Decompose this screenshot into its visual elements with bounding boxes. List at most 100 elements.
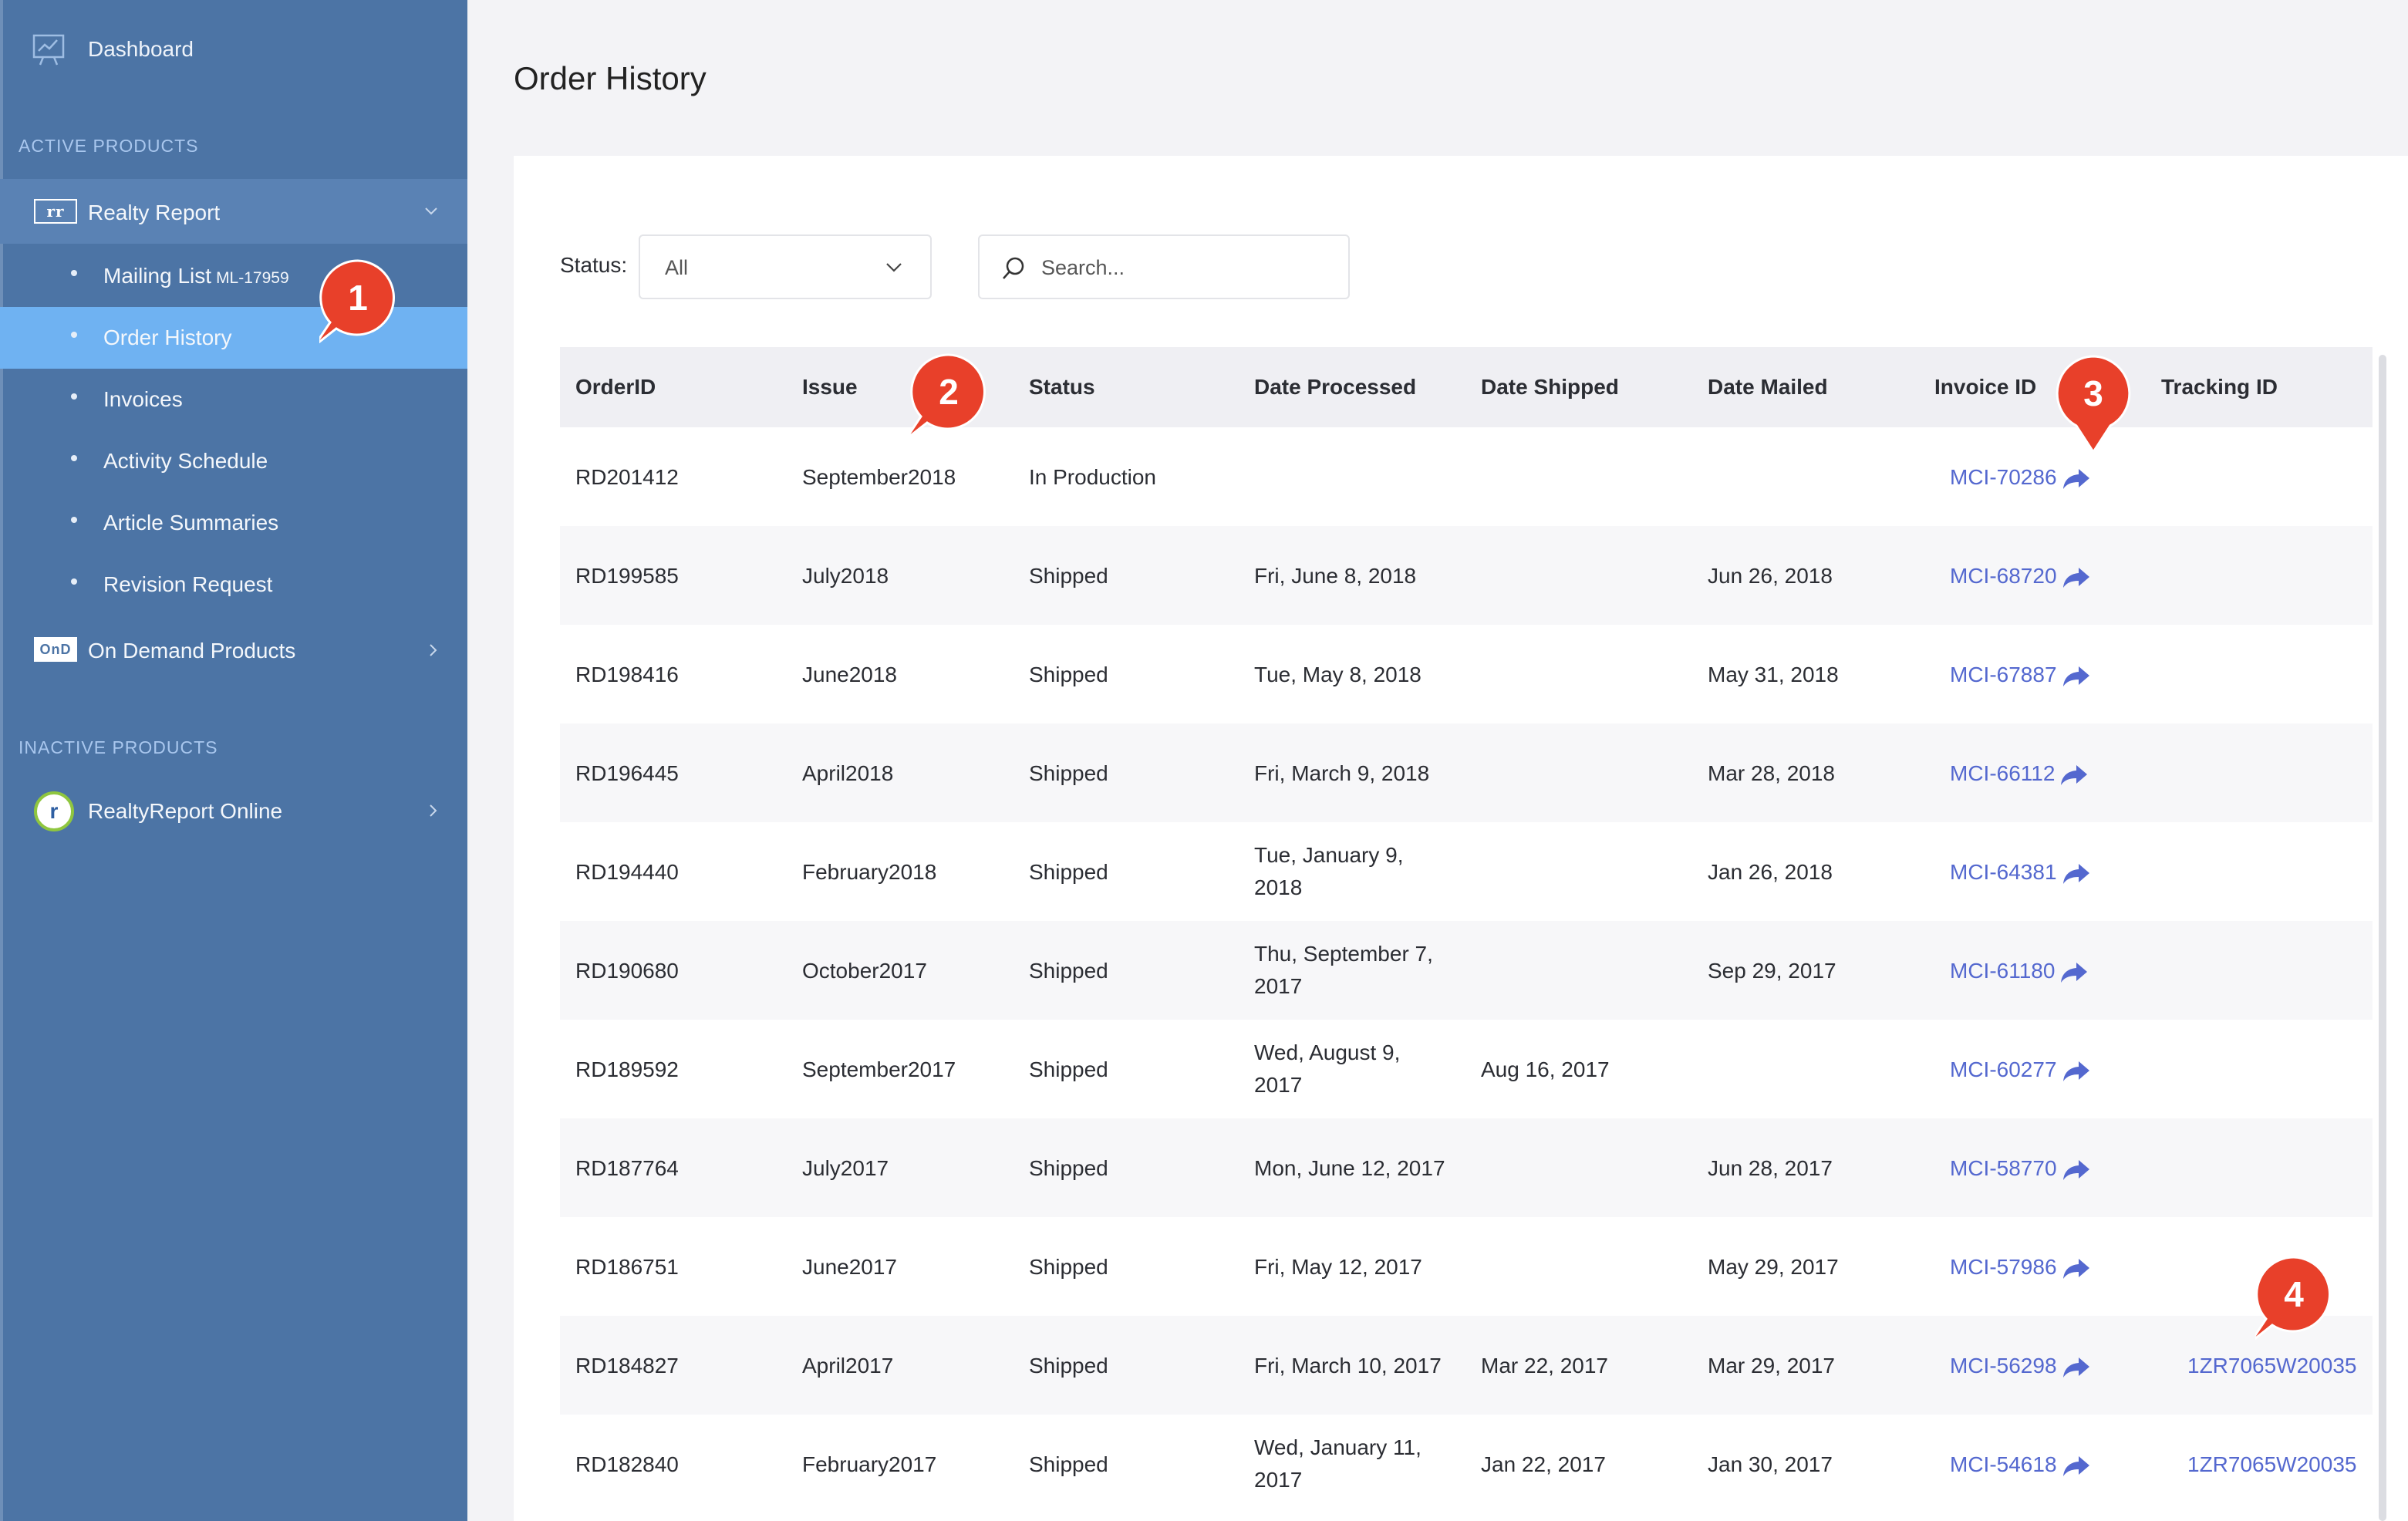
table-row[interactable]: RD196445 April2018 Shipped Fri, March 9, 20…	[560, 723, 2373, 822]
invoice-id: MCI-68720	[1950, 564, 2057, 588]
cell-issue: February2017	[802, 1452, 937, 1476]
table-row[interactable]: RD189592 September2017 Shipped Wed, August …	[560, 1020, 2373, 1118]
sidebar-item-activity-schedule[interactable]: Activity Schedule	[0, 430, 467, 492]
table-row[interactable]: RD198416 June2018 Shipped Tue, May 8, 2018 M…	[560, 625, 2373, 723]
invoice-link[interactable]: MCI-70286	[1950, 461, 2091, 494]
table-row[interactable]: RD190680 October2017 Shipped Thu, September…	[560, 921, 2373, 1020]
sidebar-item-dashboard[interactable]: Dashboard	[0, 0, 467, 100]
cell-order-id: RD199585	[575, 564, 679, 588]
cell-order-id: RD189592	[575, 1057, 679, 1081]
invoice-link[interactable]: MCI-67887	[1950, 659, 2091, 691]
invoices-label: Invoices	[103, 387, 183, 411]
cell-date-processed: Mon, June 12, 2017	[1254, 1156, 1445, 1180]
cell-date-processed: Tue, May 8, 2018	[1254, 663, 1422, 686]
cell-date-mailed: Mar 28, 2018	[1708, 761, 1835, 785]
cell-status: Shipped	[1029, 1156, 1108, 1180]
chevron-right-icon	[430, 804, 437, 817]
sidebar-item-article-summaries[interactable]: Article Summaries	[0, 492, 467, 554]
cell-issue: April2018	[802, 761, 894, 785]
invoice-link[interactable]: MCI-66112	[1950, 757, 2089, 790]
date-processed-line2: 2017	[1254, 1468, 1303, 1492]
header-date-processed[interactable]: Date Processed	[1254, 375, 1416, 400]
mailing-list-text: Mailing List ML-17959	[103, 264, 289, 288]
invoice-link[interactable]: MCI-68720	[1950, 560, 2091, 592]
share-arrow-icon	[2062, 1357, 2089, 1378]
cell-date-mailed: May 29, 2017	[1708, 1255, 1839, 1279]
header-status[interactable]: Status	[1029, 375, 1095, 400]
callout-number: 4	[2284, 1274, 2304, 1314]
product-on-demand[interactable]: OnD On Demand Products	[0, 617, 467, 682]
search-field[interactable]	[978, 234, 1350, 299]
invoice-id: MCI-70286	[1950, 465, 2057, 489]
date-processed-line1: Wed, January 11,	[1254, 1435, 1422, 1459]
invoice-id: MCI-56298	[1950, 1354, 2057, 1378]
invoice-link[interactable]: MCI-60277	[1950, 1054, 2091, 1086]
cell-issue: June2018	[802, 663, 898, 686]
status-select[interactable]: All	[639, 234, 932, 299]
share-arrow-icon	[2062, 468, 2089, 489]
tracking-link[interactable]: 1ZR7065W20035	[2187, 1448, 2356, 1481]
invoice-link[interactable]: MCI-54618	[1950, 1448, 2091, 1481]
table-row[interactable]: RD199585 July2018 Shipped Fri, June 8, 2018…	[560, 526, 2373, 625]
cell-date-mailed: Mar 29, 2017	[1708, 1354, 1835, 1378]
cell-status: Shipped	[1029, 1057, 1108, 1081]
cell-date-mailed: Jun 26, 2018	[1708, 564, 1833, 588]
cell-order-id: RD187764	[575, 1156, 679, 1180]
table-row[interactable]: RD186751 June2017 Shipped Fri, May 12, 2017…	[560, 1217, 2373, 1316]
cell-date-processed: Tue, January 9, 2018	[1254, 839, 1462, 904]
realty-report-label: Realty Report	[88, 201, 221, 224]
bullet-icon	[71, 270, 77, 276]
search-input[interactable]	[1040, 251, 1336, 284]
cell-date-shipped: Mar 22, 2017	[1481, 1354, 1608, 1378]
invoice-link[interactable]: MCI-56298	[1950, 1350, 2091, 1382]
cell-issue: October2017	[802, 959, 927, 983]
cell-status: Shipped	[1029, 1255, 1108, 1279]
cell-issue: July2017	[802, 1156, 889, 1180]
order-history-label: Order History	[103, 325, 232, 349]
on-demand-label: On Demand Products	[88, 639, 296, 663]
share-arrow-icon	[2062, 1159, 2089, 1180]
dashboard-label: Dashboard	[88, 37, 194, 61]
callout-number: 1	[348, 278, 368, 318]
cell-date-shipped: Aug 16, 2017	[1481, 1057, 1610, 1081]
dashboard-chart-icon	[32, 34, 65, 66]
revision-request-label: Revision Request	[103, 572, 273, 596]
header-issue[interactable]: Issue	[802, 375, 858, 400]
cell-status: Shipped	[1029, 663, 1108, 686]
invoice-link[interactable]: MCI-61180	[1950, 955, 2089, 987]
callout-badge: 2	[910, 353, 987, 438]
header-tracking-id[interactable]: Tracking ID	[2161, 375, 2278, 400]
header-orderid[interactable]: OrderID	[575, 375, 656, 400]
article-summaries-label: Article Summaries	[103, 511, 279, 535]
sidebar-item-invoices[interactable]: Invoices	[0, 369, 467, 430]
header-invoice-id[interactable]: Invoice ID	[1934, 375, 2036, 400]
header-date-mailed[interactable]: Date Mailed	[1708, 375, 1828, 400]
date-processed-line1: Tue, January 9,	[1254, 843, 1404, 867]
tracking-link[interactable]: 1ZR7065W20035	[2187, 1350, 2356, 1382]
product-realtyreport-online[interactable]: r RealtyReport Online	[0, 777, 467, 842]
cell-status: Shipped	[1029, 761, 1108, 785]
header-date-shipped[interactable]: Date Shipped	[1481, 375, 1619, 400]
chevron-down-icon	[886, 263, 902, 272]
table-scrollbar[interactable]	[2379, 355, 2386, 1521]
table-row[interactable]: RD187764 July2017 Shipped Mon, June 12, 201…	[560, 1118, 2373, 1217]
sidebar-item-revision-request[interactable]: Revision Request	[0, 554, 467, 615]
bullet-icon	[71, 517, 77, 523]
invoice-link[interactable]: MCI-57986	[1950, 1251, 2091, 1283]
table-row[interactable]: RD184827 April2017 Shipped Fri, March 10, 2…	[560, 1316, 2373, 1415]
cell-order-id: RD182840	[575, 1452, 679, 1476]
invoice-link[interactable]: MCI-64381	[1950, 856, 2091, 889]
invoice-link[interactable]: MCI-58770	[1950, 1152, 2091, 1185]
cell-date-processed: Wed, January 11, 2017	[1254, 1432, 1462, 1496]
product-realty-report[interactable]: rr Realty Report	[0, 179, 467, 244]
cell-date-processed: Fri, March 9, 2018	[1254, 761, 1430, 785]
table-row[interactable]: RD194440 February2018 Shipped Tue, January …	[560, 822, 2373, 921]
share-arrow-icon	[2062, 863, 2089, 884]
cell-status: Shipped	[1029, 1354, 1108, 1378]
table-row[interactable]: RD182840 February2017 Shipped Wed, January …	[560, 1415, 2373, 1513]
invoice-id: MCI-60277	[1950, 1057, 2057, 1081]
on-demand-logo: OnD	[34, 637, 77, 662]
realtyreport-online-logo: r	[34, 791, 74, 831]
cell-issue: February2018	[802, 860, 937, 884]
bullet-icon	[71, 393, 77, 400]
